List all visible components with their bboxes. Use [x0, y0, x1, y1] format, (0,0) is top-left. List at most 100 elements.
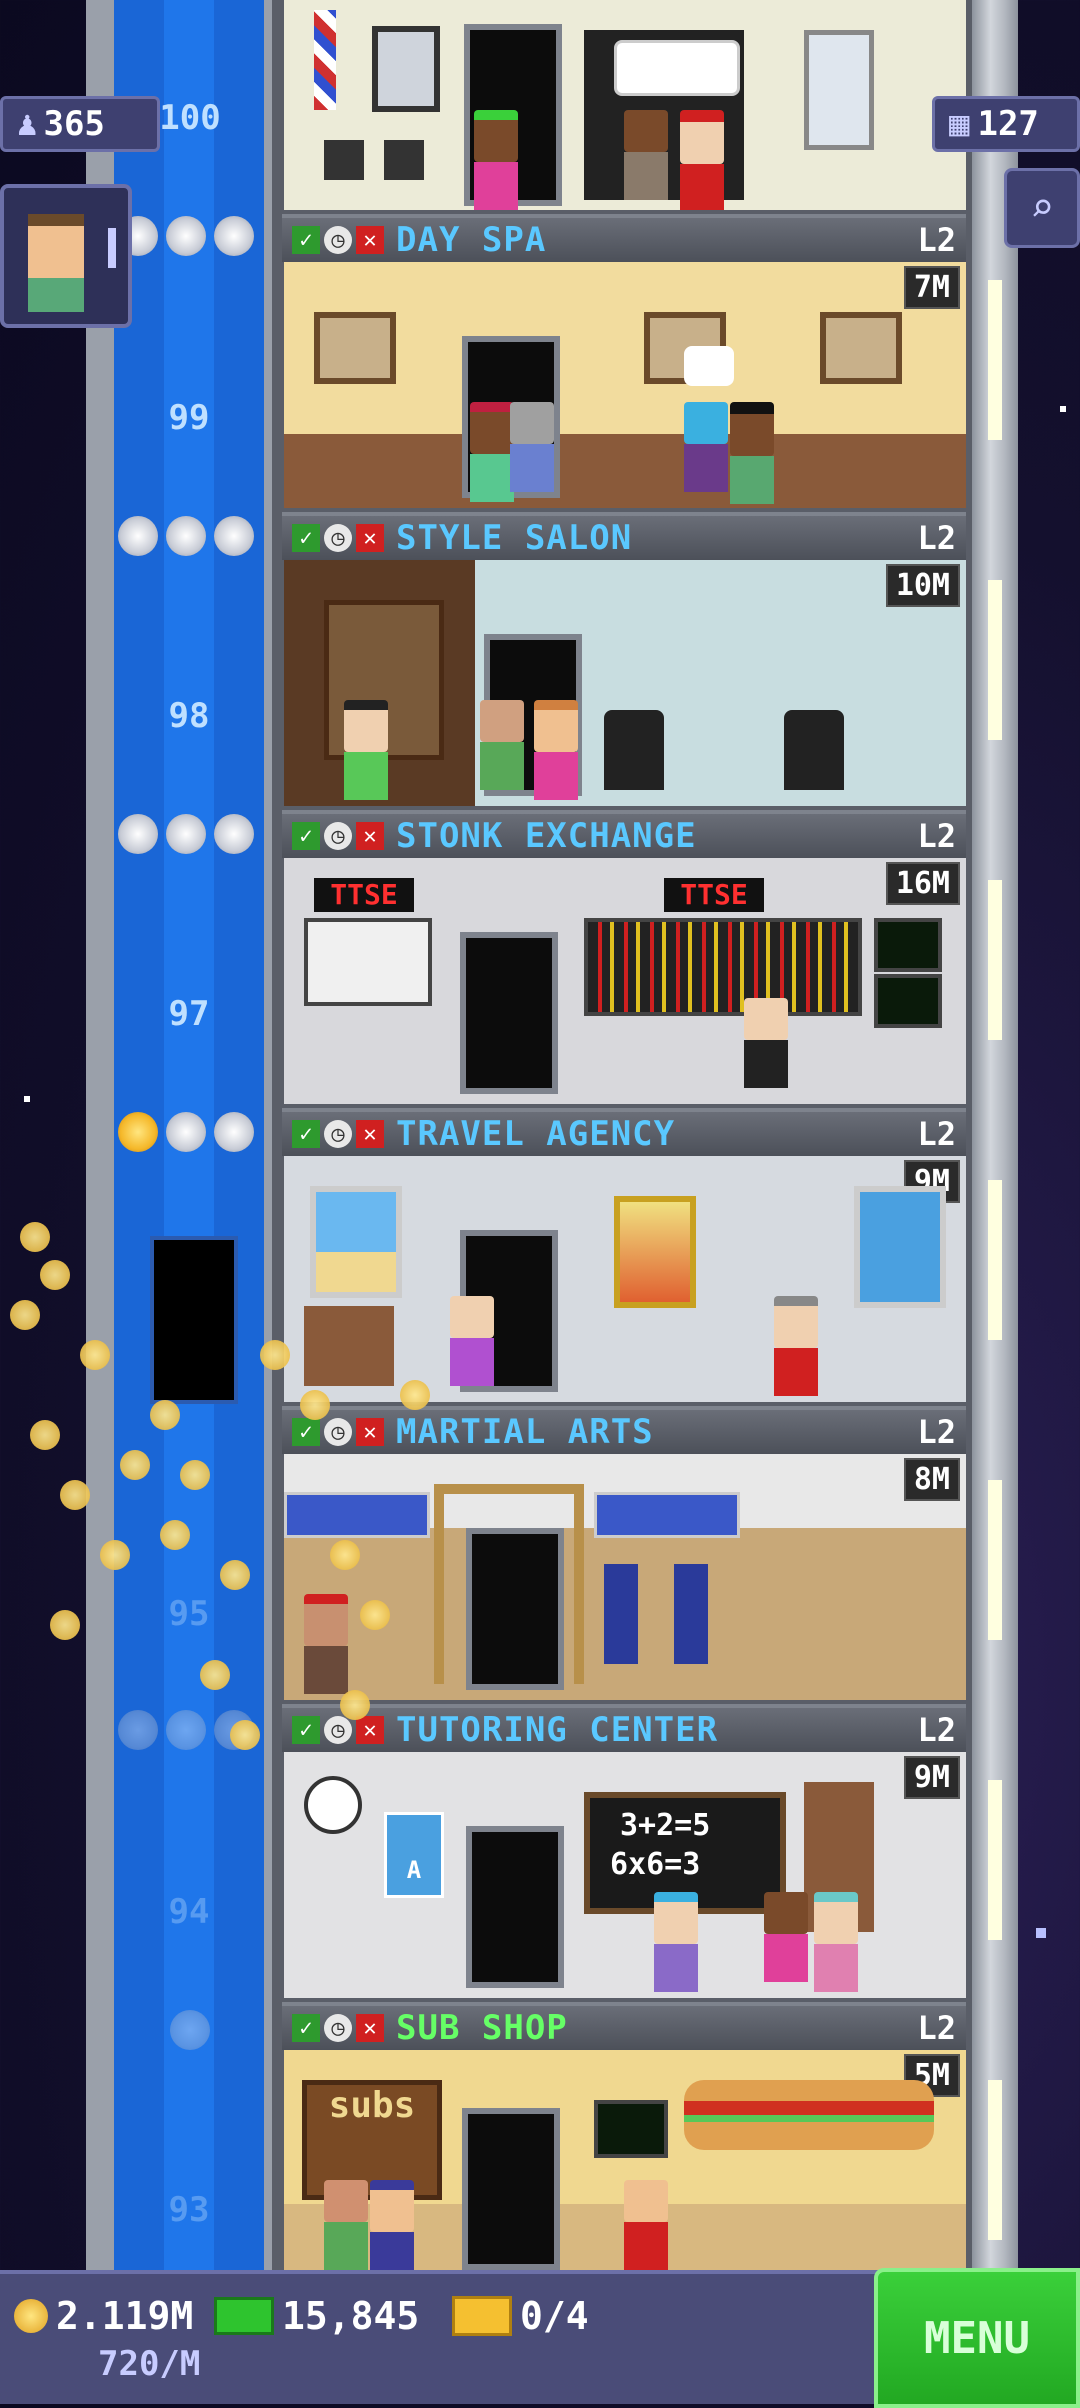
- floor-room-barber[interactable]: [284, 0, 966, 210]
- person-npc[interactable]: [730, 402, 774, 504]
- rail-light: [988, 1780, 1002, 1940]
- rail-light: [988, 2080, 1002, 2240]
- floor-name: STYLE SALON: [396, 518, 633, 558]
- close-icon[interactable]: ✕: [356, 822, 384, 850]
- salon-chair: [784, 710, 844, 790]
- close-icon[interactable]: ✕: [356, 1418, 384, 1446]
- search-icon[interactable]: ⌕: [1004, 168, 1080, 248]
- person-npc[interactable]: [744, 998, 788, 1088]
- shaft-floor-number: 99: [168, 398, 210, 438]
- floor-bar-stonk-exchange[interactable]: ✓ ◷ ✕ STONK EXCHANGE L2: [282, 810, 966, 858]
- clock-icon[interactable]: ◷: [324, 524, 352, 552]
- clock-icon[interactable]: ◷: [324, 1716, 352, 1744]
- tickets-value: 0/4: [520, 2294, 589, 2338]
- coins-display[interactable]: 2.119M: [14, 2294, 193, 2338]
- check-icon[interactable]: ✓: [292, 1418, 320, 1446]
- person-npc[interactable]: [450, 1296, 494, 1386]
- dojo-banner: [284, 1492, 430, 1538]
- barber-pole: [314, 10, 336, 110]
- coin-particle: [160, 1520, 190, 1550]
- person-npc[interactable]: [814, 1892, 858, 1992]
- close-icon[interactable]: ✕: [356, 2014, 384, 2042]
- sub-sandwich-sign: [684, 2080, 934, 2150]
- floor-stars: [118, 814, 254, 854]
- check-icon[interactable]: ✓: [292, 524, 320, 552]
- floor-bar-style-salon[interactable]: ✓ ◷ ✕ STYLE SALON L2: [282, 512, 966, 560]
- star-icon: [166, 216, 206, 256]
- floor-room-sub-shop[interactable]: 5M subs: [284, 2050, 966, 2270]
- person-npc[interactable]: [624, 2180, 668, 2270]
- person-npc[interactable]: [510, 402, 554, 492]
- star-icon: [118, 516, 158, 556]
- person-npc[interactable]: [774, 1296, 818, 1396]
- punching-bag: [604, 1564, 638, 1664]
- floor-bar-martial-arts[interactable]: ✓ ◷ ✕ MARTIAL ARTS L2: [282, 1406, 966, 1454]
- floor-level: L2: [917, 2009, 956, 2047]
- floor-room-stonk-exchange[interactable]: 16M TTSE TTSE: [284, 858, 966, 1104]
- coins-value: 2.119M: [56, 2294, 194, 2338]
- travel-poster: [614, 1196, 696, 1308]
- floor-counter[interactable]: ▦ 127: [932, 96, 1080, 152]
- coin-particle: [10, 1300, 40, 1330]
- bux-display[interactable]: 15,845: [214, 2294, 419, 2338]
- stock-chart-screen: [304, 918, 432, 1006]
- floor-room-travel-agency[interactable]: 9M: [284, 1156, 966, 1402]
- check-icon[interactable]: ✓: [292, 1120, 320, 1148]
- person-santa[interactable]: [680, 110, 724, 210]
- wall-picture: [372, 26, 440, 112]
- person-npc[interactable]: [304, 1594, 348, 1694]
- floor-room-martial-arts[interactable]: 8M: [284, 1454, 966, 1700]
- person-npc[interactable]: [324, 2180, 368, 2270]
- population-value: 365: [43, 104, 105, 144]
- close-icon[interactable]: ✕: [356, 1120, 384, 1148]
- coin-particle: [200, 1660, 230, 1690]
- clock-icon[interactable]: ◷: [324, 226, 352, 254]
- floor-bar-travel-agency[interactable]: ✓ ◷ ✕ TRAVEL AGENCY L2: [282, 1108, 966, 1156]
- check-icon[interactable]: ✓: [292, 822, 320, 850]
- punching-bag: [674, 1564, 708, 1664]
- tickets-display[interactable]: 0/4: [452, 2294, 589, 2338]
- floor-bar-day-spa[interactable]: ✓ ◷ ✕ DAY SPA L2: [282, 214, 966, 262]
- coin-particle: [100, 1540, 130, 1570]
- person-npc[interactable]: [684, 402, 728, 492]
- person-npc[interactable]: [764, 1892, 808, 1982]
- chair: [384, 140, 424, 180]
- person-npc[interactable]: [470, 402, 514, 502]
- ticket-icon: [452, 2296, 512, 2336]
- floor-room-day-spa[interactable]: 7M: [284, 262, 966, 508]
- floor-price: 10M: [885, 564, 960, 607]
- menu-button[interactable]: MENU: [874, 2268, 1080, 2408]
- person-npc[interactable]: [624, 110, 668, 200]
- clock-icon[interactable]: ◷: [324, 1120, 352, 1148]
- player-avatar-button[interactable]: [0, 184, 132, 328]
- floor-price: 9M: [903, 1756, 960, 1799]
- floor-room-tutoring-center[interactable]: 9M A 3+2=5 6x6=3: [284, 1752, 966, 1998]
- elevator-car[interactable]: [150, 1236, 238, 1404]
- person-npc[interactable]: [370, 2180, 414, 2270]
- avatar-body: [28, 278, 84, 312]
- person-npc[interactable]: [474, 110, 518, 210]
- floor-bar-sub-shop[interactable]: ✓ ◷ ✕ SUB SHOP L2: [282, 2002, 966, 2050]
- close-icon[interactable]: ✕: [356, 524, 384, 552]
- person-npc[interactable]: [480, 700, 524, 790]
- floor-level: L2: [917, 1413, 956, 1451]
- person-npc[interactable]: [344, 700, 388, 800]
- population-counter[interactable]: ♟ 365: [0, 96, 160, 152]
- floor-bar-tutoring-center[interactable]: ✓ ◷ ✕ TUTORING CENTER L2: [282, 1704, 966, 1752]
- star-icon: [166, 1112, 206, 1152]
- ttse-sign: TTSE: [314, 878, 414, 912]
- person-npc[interactable]: [534, 700, 578, 800]
- close-icon[interactable]: ✕: [356, 226, 384, 254]
- clock-icon[interactable]: ◷: [324, 2014, 352, 2042]
- rail-light: [988, 1480, 1002, 1640]
- check-icon[interactable]: ✓: [292, 2014, 320, 2042]
- floor-stars: [170, 2010, 210, 2050]
- close-icon[interactable]: ✕: [356, 1716, 384, 1744]
- coin-particle: [340, 1690, 370, 1720]
- person-npc[interactable]: [654, 1892, 698, 1992]
- check-icon[interactable]: ✓: [292, 1716, 320, 1744]
- floor-room-style-salon[interactable]: 10M: [284, 560, 966, 806]
- clock-icon[interactable]: ◷: [324, 822, 352, 850]
- check-icon[interactable]: ✓: [292, 226, 320, 254]
- clock-icon[interactable]: ◷: [324, 1418, 352, 1446]
